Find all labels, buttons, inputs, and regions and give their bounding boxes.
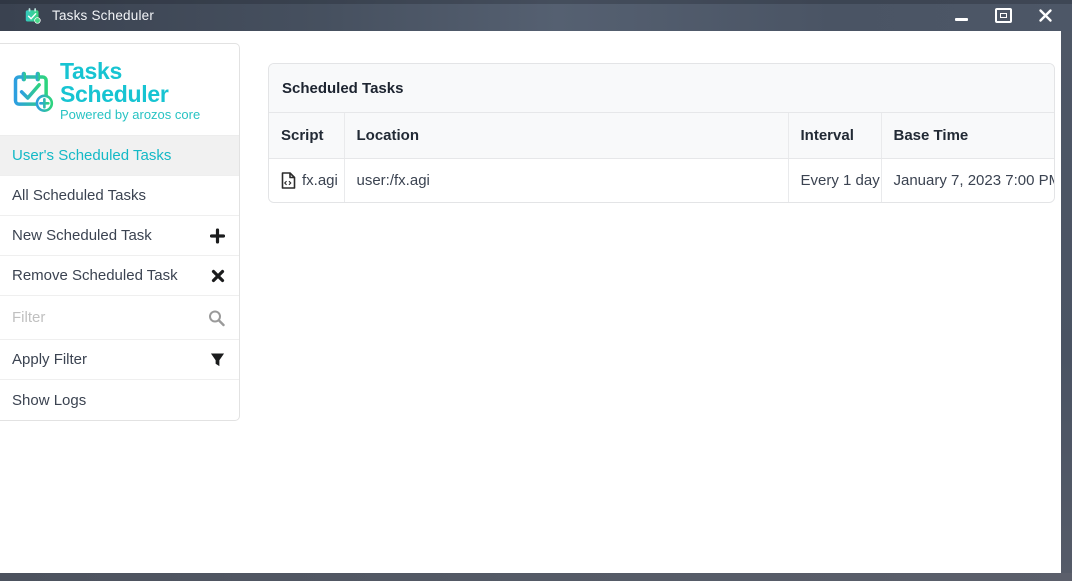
menu-item-label: New Scheduled Task [12,227,152,244]
logo-title: Tasks Scheduler [60,60,231,106]
cell-interval: Every 1 day [788,158,881,202]
menu-item-label: User's Scheduled Tasks [12,147,171,164]
column-header-base-time: Base Time [881,113,1054,158]
column-header-script: Script [269,113,344,158]
search-icon [208,309,225,326]
filter-funnel-icon [210,352,225,367]
minimize-icon [955,18,968,21]
window-frame-right [1061,31,1072,573]
filter-field [0,296,239,340]
filter-input[interactable] [0,296,192,339]
sidebar-menu: User's Scheduled Tasks All Scheduled Tas… [0,135,239,420]
script-name: fx.agi [302,172,338,189]
app-logo: Tasks Scheduler Powered by arozos core [0,44,239,135]
cell-base-time: January 7, 2023 7:00 PM [881,158,1054,202]
logo-text: Tasks Scheduler Powered by arozos core [60,60,231,121]
column-header-location: Location [344,113,788,158]
sidebar-item-all-scheduled-tasks[interactable]: All Scheduled Tasks [0,176,239,216]
panel-title: Scheduled Tasks [269,64,1054,113]
scheduled-tasks-panel: Scheduled Tasks Script Location Interval… [268,63,1055,203]
window-controls [952,0,1054,31]
column-header-interval: Interval [788,113,881,158]
sidebar-item-remove-scheduled-task[interactable]: Remove Scheduled Task [0,256,239,296]
calendar-check-plus-icon [12,70,54,112]
x-icon [211,269,225,283]
window-title: Tasks Scheduler [52,8,154,23]
close-button[interactable] [1036,7,1054,25]
menu-item-label: Show Logs [12,392,86,409]
sidebar-item-new-scheduled-task[interactable]: New Scheduled Task [0,216,239,256]
maximize-button[interactable] [994,7,1012,25]
table-header-row: Script Location Interval Base Time [269,113,1054,158]
logo-subtitle: Powered by arozos core [60,108,231,121]
maximize-icon [995,8,1012,23]
app-icon [24,7,41,24]
tasks-table: Script Location Interval Base Time [269,113,1054,202]
cell-location: user:/fx.agi [344,158,788,202]
minimize-button[interactable] [952,7,970,25]
menu-item-label: Remove Scheduled Task [12,267,178,284]
menu-item-label: All Scheduled Tasks [12,187,146,204]
plus-icon [210,228,225,243]
sidebar-item-show-logs[interactable]: Show Logs [0,380,239,420]
window-frame-bottom [0,573,1072,581]
titlebar: Tasks Scheduler [0,0,1072,31]
sidebar: Tasks Scheduler Powered by arozos core U… [0,43,240,421]
close-icon [1038,8,1053,23]
sidebar-item-apply-filter[interactable]: Apply Filter [0,340,239,380]
sidebar-item-users-scheduled-tasks[interactable]: User's Scheduled Tasks [0,136,239,176]
script-file-icon [281,172,296,189]
table-row[interactable]: fx.agi user:/fx.agi Every 1 day January … [269,158,1054,202]
menu-item-label: Apply Filter [12,351,87,368]
cell-script: fx.agi [269,158,344,202]
